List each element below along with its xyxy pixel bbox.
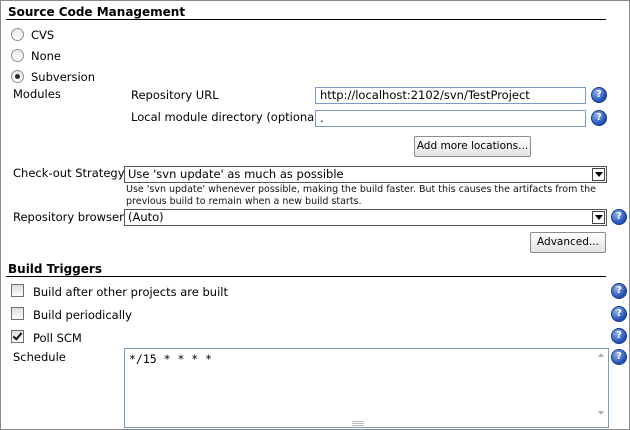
help-icon[interactable]: ? [611,283,627,299]
repository-browser-select[interactable]: (Auto) [124,209,607,226]
checkout-strategy-value: Use 'svn update' as much as possible [128,167,344,181]
build-after-other-projects-label[interactable]: Build after other projects are built [33,285,228,299]
textarea-scrollbar[interactable] [597,351,606,417]
scm-divider [6,19,606,20]
advanced-button[interactable]: Advanced... [530,232,606,253]
help-icon[interactable]: ? [591,87,607,103]
chevron-down-icon[interactable] [592,168,605,181]
build-triggers-section-title: Build Triggers [8,262,102,276]
help-icon[interactable]: ? [611,328,627,344]
radio-cvs[interactable] [11,28,24,41]
config-panel: Source Code Management CVS None Subversi… [0,0,630,430]
checkout-strategy-description: Use 'svn update' whenever possible, maki… [126,184,596,207]
scm-section-title: Source Code Management [8,5,186,19]
schedule-textarea[interactable]: */15 * * * * [124,348,609,428]
help-icon[interactable]: ? [611,306,627,322]
add-more-locations-button[interactable]: Add more locations... [414,136,531,157]
help-icon[interactable]: ? [611,209,627,225]
repository-browser-value: (Auto) [128,210,164,224]
radio-none-label[interactable]: None [31,49,61,63]
help-icon[interactable]: ? [611,349,627,365]
poll-scm-label[interactable]: Poll SCM [33,331,82,345]
build-periodically-label[interactable]: Build periodically [33,308,132,322]
build-triggers-divider [6,276,606,277]
local-module-directory-label: Local module directory (optional) [131,110,322,124]
help-icon[interactable]: ? [591,110,607,126]
checkout-strategy-select[interactable]: Use 'svn update' as much as possible [124,166,607,183]
chevron-down-icon[interactable] [592,211,605,224]
checkout-strategy-label: Check-out Strategy [13,166,125,180]
modules-label: Modules [13,87,61,101]
scroll-down-icon[interactable] [598,411,604,415]
repository-url-label: Repository URL [131,88,219,102]
schedule-value: */15 * * * * [129,352,213,366]
radio-cvs-label[interactable]: CVS [31,28,54,42]
radio-subversion[interactable] [11,70,24,83]
repository-browser-label: Repository browser [13,210,124,224]
checkbox-poll-scm[interactable] [11,330,24,343]
radio-subversion-label[interactable]: Subversion [31,70,95,84]
resize-grip-icon[interactable] [352,421,364,426]
radio-none[interactable] [11,49,24,62]
scroll-up-icon[interactable] [598,353,604,357]
schedule-label: Schedule [13,350,66,364]
repository-url-input[interactable]: http://localhost:2102/svn/TestProject [315,87,586,104]
checkbox-build-periodically[interactable] [11,307,24,320]
checkbox-build-after-other-projects[interactable] [11,284,24,297]
local-module-directory-input[interactable]: . [315,110,586,127]
